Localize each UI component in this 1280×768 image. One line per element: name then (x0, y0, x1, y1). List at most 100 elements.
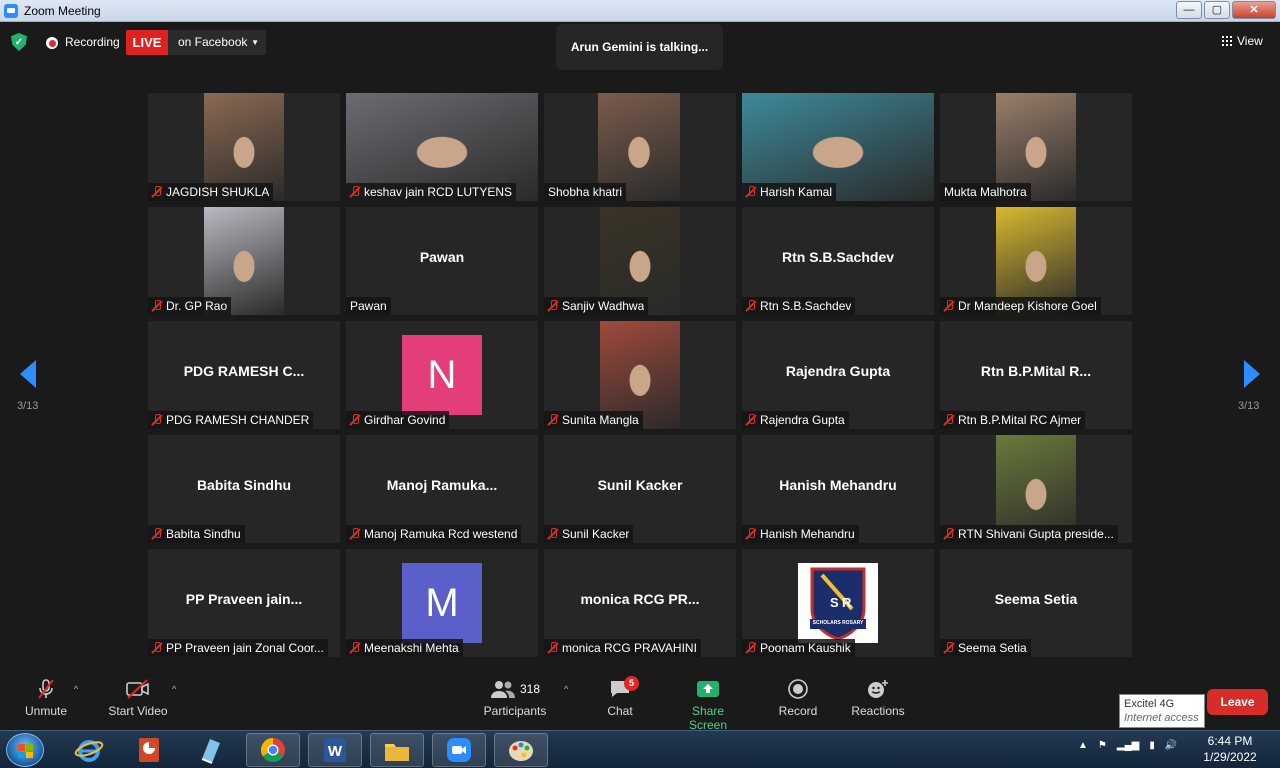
maximize-button[interactable]: ▢ (1204, 1, 1230, 19)
next-page-arrow-icon[interactable] (1244, 360, 1260, 388)
participant-tile[interactable]: Dr Mandeep Kishore Goel (940, 207, 1132, 315)
internet-explorer-icon[interactable] (62, 733, 116, 767)
tray-expand-icon[interactable]: ▲ (1078, 740, 1088, 751)
mic-muted-icon (22, 678, 70, 700)
participant-tile[interactable]: Harish Kamal (742, 93, 934, 201)
participant-tile[interactable]: Sanjiv Wadhwa (544, 207, 736, 315)
participant-tile[interactable]: S R SCHOLARS ROSARY Poonam Kaushik (742, 549, 934, 657)
live-target-dropdown[interactable]: on Facebook ▼ (168, 30, 266, 55)
battery-icon[interactable]: ▮ (1149, 740, 1155, 751)
participant-tile[interactable]: Dr. GP Rao (148, 207, 340, 315)
mic-muted-icon (746, 300, 756, 312)
file-explorer-icon[interactable] (370, 733, 424, 767)
word-icon[interactable]: W (308, 733, 362, 767)
participant-name-label: Sunil Kacker (544, 525, 634, 543)
participant-tile[interactable]: RTN Shivani Gupta preside... (940, 435, 1132, 543)
participant-tile[interactable]: Hanish Mehandru Hanish Mehandru (742, 435, 934, 543)
video-options-caret-icon[interactable]: ^ (172, 684, 176, 694)
window-title: Zoom Meeting (24, 3, 101, 18)
participant-tile[interactable]: Pawan Pawan (346, 207, 538, 315)
participant-tile[interactable]: Rtn B.P.Mital R... Rtn B.P.Mital RC Ajmer (940, 321, 1132, 429)
paint-icon[interactable] (494, 733, 548, 767)
network-tooltip-status: Internet access (1124, 712, 1199, 724)
mic-muted-icon (350, 642, 360, 654)
participant-name-label: Sunita Mangla (544, 411, 643, 429)
minimize-button[interactable]: — (1176, 1, 1202, 19)
recording-label[interactable]: Recording (65, 35, 120, 49)
participant-tile[interactable]: Rajendra Gupta Rajendra Gupta (742, 321, 934, 429)
grid-view-icon (1222, 36, 1232, 46)
volume-icon[interactable]: 🔊 (1165, 740, 1177, 751)
participant-display-name: Babita Sindhu (196, 477, 292, 493)
page-indicator-left: 3/13 (17, 400, 39, 412)
participant-tile[interactable]: Rtn S.B.Sachdev Rtn S.B.Sachdev (742, 207, 934, 315)
mic-muted-icon (746, 414, 756, 426)
participants-options-caret-icon[interactable]: ^ (564, 684, 568, 694)
notes-app-icon[interactable] (184, 733, 238, 767)
record-button[interactable]: Record (776, 678, 820, 718)
security-shield-icon[interactable]: ✓ (11, 33, 27, 51)
start-button[interactable] (6, 733, 44, 767)
recording-icon[interactable] (46, 37, 58, 49)
page-indicator-right: 3/13 (1238, 400, 1260, 412)
svg-text:W: W (328, 743, 343, 760)
unmute-button[interactable]: Unmute (22, 678, 70, 718)
participants-count: 318 (519, 682, 541, 696)
live-badge[interactable]: LIVE (126, 30, 168, 55)
taskbar-clock[interactable]: 6:44 PM 1/29/2022 (1198, 733, 1262, 765)
participant-name-label: Seema Setia (940, 639, 1031, 657)
participant-name: Pawan (350, 299, 387, 313)
previous-page-arrow-icon[interactable] (20, 360, 36, 388)
participant-display-name: Rtn S.B.Sachdev (781, 249, 895, 265)
powerpoint-icon[interactable] (122, 733, 176, 767)
clock-date: 1/29/2022 (1203, 750, 1257, 764)
participant-name-label: Hanish Mehandru (742, 525, 859, 543)
share-screen-button[interactable]: Share Screen (672, 678, 744, 732)
action-center-flag-icon[interactable]: ⚑ (1098, 740, 1107, 751)
unmute-label: Unmute (24, 704, 68, 718)
title-bar: Zoom Meeting — ▢ ✕ (0, 0, 1280, 22)
participant-tile[interactable]: PDG RAMESH C... PDG RAMESH CHANDER (148, 321, 340, 429)
participant-tile[interactable]: JAGDISH SHUKLA (148, 93, 340, 201)
participant-tile[interactable]: PP Praveen jain... PP Praveen jain Zonal … (148, 549, 340, 657)
view-button[interactable]: View (1222, 34, 1263, 48)
participant-tile[interactable]: Mukta Malhotra (940, 93, 1132, 201)
close-window-button[interactable]: ✕ (1232, 1, 1276, 19)
network-signal-icon[interactable]: ▂▄▆ (1117, 740, 1139, 751)
participants-label: Participants (483, 704, 547, 718)
chrome-icon[interactable] (246, 733, 300, 767)
leave-button[interactable]: Leave (1207, 689, 1268, 715)
zoom-taskbar-icon[interactable] (432, 733, 486, 767)
participant-name-label: Manoj Ramuka Rcd westend (346, 525, 522, 543)
share-screen-label: Share Screen (688, 704, 728, 732)
participant-tile[interactable]: keshav jain RCD LUTYENS (346, 93, 538, 201)
mic-muted-icon (152, 300, 162, 312)
participant-tile[interactable]: Babita Sindhu Babita Sindhu (148, 435, 340, 543)
participant-name: Hanish Mehandru (760, 527, 855, 541)
participant-name: Girdhar Govind (364, 413, 446, 427)
participant-tile[interactable]: monica RCG PR... monica RCG PRAVAHINI (544, 549, 736, 657)
participant-tile[interactable]: Sunita Mangla (544, 321, 736, 429)
participant-tile[interactable]: Seema Setia Seema Setia (940, 549, 1132, 657)
start-video-button[interactable]: Start Video (106, 678, 170, 718)
audio-options-caret-icon[interactable]: ^ (74, 684, 78, 694)
participant-name-label: Poonam Kaushik (742, 639, 855, 657)
participant-name-label: Rajendra Gupta (742, 411, 849, 429)
participant-tile[interactable]: Manoj Ramuka... Manoj Ramuka Rcd westend (346, 435, 538, 543)
video-off-icon (106, 678, 170, 700)
participant-tile[interactable]: Shobha khatri (544, 93, 736, 201)
mic-muted-icon (746, 528, 756, 540)
meeting-toolbar: Unmute ^ Start Video ^ 318 Participants … (0, 668, 1280, 732)
participant-name: keshav jain RCD LUTYENS (364, 185, 513, 199)
participant-tile[interactable]: M Meenakshi Mehta (346, 549, 538, 657)
svg-text:S: S (830, 595, 839, 610)
participants-button[interactable]: 318 Participants (480, 678, 550, 718)
participant-name: Babita Sindhu (166, 527, 241, 541)
participant-name: PP Praveen jain Zonal Coor... (166, 641, 324, 655)
participant-name-label: Rtn S.B.Sachdev (742, 297, 856, 315)
participant-tile[interactable]: N Girdhar Govind (346, 321, 538, 429)
chat-label: Chat (607, 704, 633, 718)
reactions-button[interactable]: Reactions (850, 678, 906, 718)
participant-tile[interactable]: Sunil Kacker Sunil Kacker (544, 435, 736, 543)
participant-avatar: N (402, 335, 482, 415)
